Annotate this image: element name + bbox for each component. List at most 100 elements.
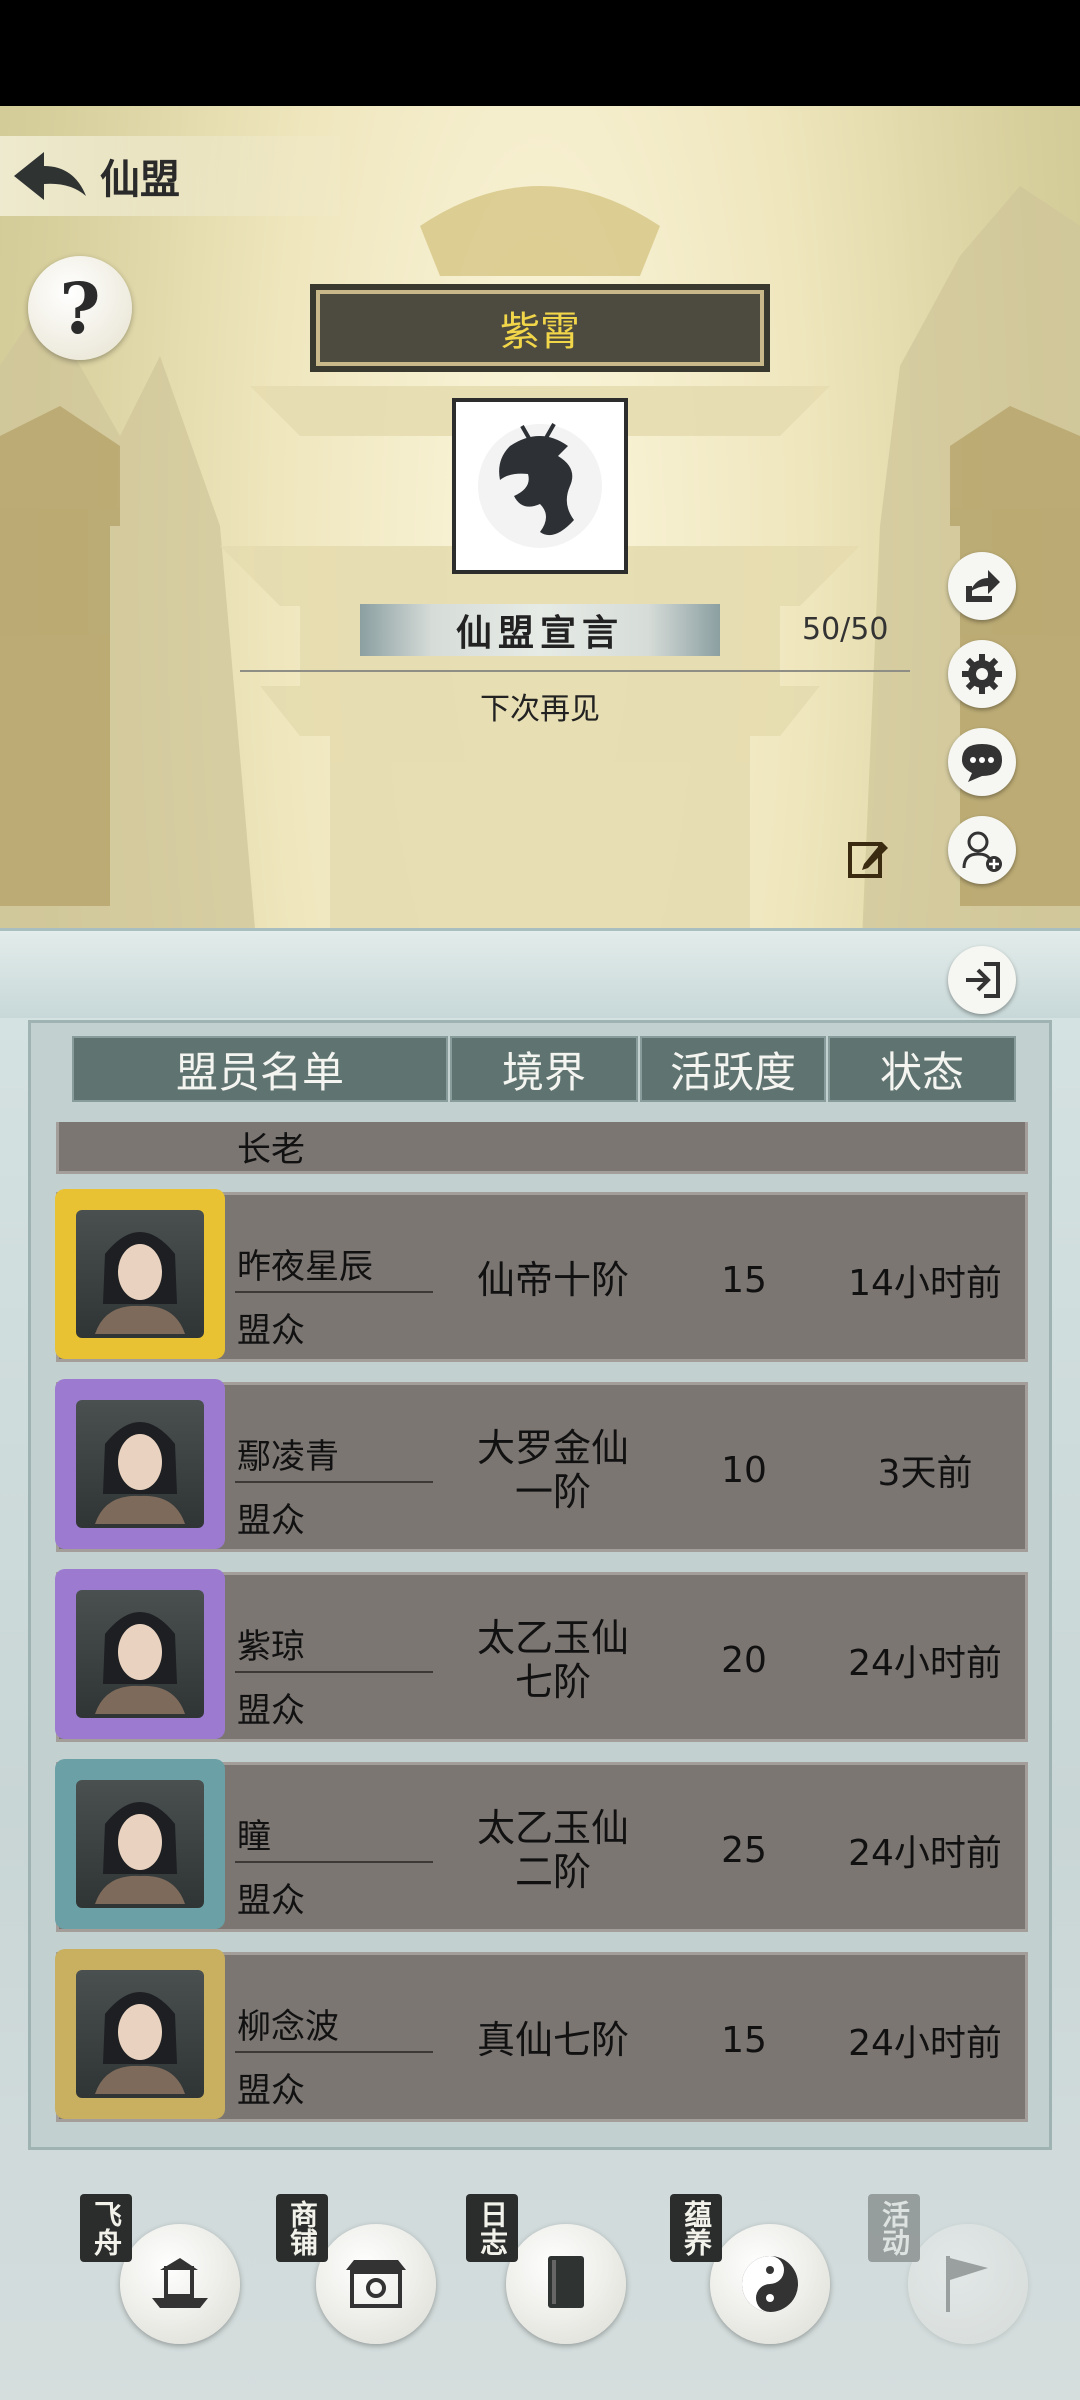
member-avatar[interactable]: [55, 1379, 225, 1549]
member-status: 3天前: [877, 1453, 973, 1494]
declaration-text: 下次再见: [480, 692, 600, 727]
member-realm: 太乙玉仙 七阶: [443, 1575, 663, 1745]
member-activity: 15: [721, 2019, 767, 2061]
member-realm: 大罗金仙 一阶: [443, 1385, 663, 1555]
gear-icon: [962, 654, 1002, 694]
panel-header-strip: [0, 928, 1080, 1018]
member-rank: 长老: [237, 1130, 305, 1170]
member-activity: 20: [721, 1639, 767, 1681]
table-row[interactable]: 瞳 盟众 太乙玉仙 二阶 25 24小时前: [55, 1759, 1028, 1935]
column-header-members[interactable]: 盟员名单: [72, 1036, 448, 1102]
nav-item-boat[interactable]: 飞舟: [80, 2194, 250, 2354]
member-status: 24小时前: [848, 1643, 1002, 1684]
member-count: 50/50: [802, 612, 889, 647]
edit-icon: [848, 842, 888, 878]
nav-label: 蕴养: [670, 2194, 722, 2262]
leave-alliance-button[interactable]: [948, 946, 1016, 1014]
nav-item-shop[interactable]: 商铺: [276, 2194, 446, 2354]
table-row[interactable]: 昨夜星辰 盟众 仙帝十阶 15 14小时前: [55, 1189, 1028, 1365]
member-avatar[interactable]: [55, 1949, 225, 2119]
add-user-icon: [962, 831, 1002, 872]
member-name: 瞳: [237, 1817, 271, 1857]
name-divider: [235, 1291, 433, 1293]
column-header-status[interactable]: 状态: [828, 1036, 1016, 1102]
portrait: [76, 1210, 204, 1338]
edit-declaration-button[interactable]: [846, 836, 890, 880]
shop-icon: [346, 2260, 406, 2308]
member-activity: 25: [721, 1829, 767, 1871]
portrait: [76, 1780, 204, 1908]
help-icon: ?: [59, 266, 101, 350]
share-icon: [966, 570, 1000, 602]
taiji-icon: [742, 2256, 798, 2312]
page-title: 仙盟: [100, 157, 180, 203]
member-realm-text: 大罗金仙 一阶: [476, 1426, 629, 1514]
member-name: 柳念波: [237, 2007, 339, 2047]
portrait-icon: [95, 1992, 185, 2094]
table-row[interactable]: 柳念波 盟众 真仙七阶 15 24小时前: [55, 1949, 1028, 2125]
member-rank: 盟众: [237, 1311, 305, 1351]
alliance-emblem[interactable]: [452, 398, 628, 574]
share-button[interactable]: [948, 552, 1016, 620]
top-bar: 仙盟: [0, 136, 340, 216]
chat-button[interactable]: [948, 728, 1016, 796]
member-avatar[interactable]: [55, 1759, 225, 1929]
nav-item-taiji[interactable]: 蕴养: [670, 2194, 840, 2354]
portrait: [76, 1400, 204, 1528]
member-avatar[interactable]: [55, 1189, 225, 1359]
nav-label: 活动: [868, 2194, 920, 2262]
nav-item-book[interactable]: 日志: [466, 2194, 636, 2354]
book-icon: [548, 2256, 584, 2308]
member-realm-text: 太乙玉仙 七阶: [476, 1616, 629, 1704]
nav-label: 飞舟: [80, 2194, 132, 2262]
name-divider: [235, 1861, 433, 1863]
member-name: 鄢凌青: [237, 1437, 339, 1477]
portrait-icon: [95, 1612, 185, 1714]
nav-label: 商铺: [276, 2194, 328, 2262]
portrait-icon: [95, 1232, 185, 1334]
member-activity: 15: [721, 1259, 767, 1301]
flag-icon: [946, 2256, 988, 2312]
nav-button-circle: [506, 2224, 626, 2344]
nav-button-circle: [120, 2224, 240, 2344]
column-header-activity[interactable]: 活跃度: [640, 1036, 826, 1102]
member-realm: 仙帝十阶: [443, 1195, 663, 1365]
member-rank: 盟众: [237, 2071, 305, 2111]
add-member-button[interactable]: [948, 816, 1016, 884]
boat-icon: [152, 2258, 208, 2308]
name-divider: [235, 1481, 433, 1483]
nav-label: 日志: [466, 2194, 518, 2262]
member-name: 紫琼: [237, 1627, 305, 1667]
member-rank: 盟众: [237, 1501, 305, 1541]
alliance-name-banner: 紫霄: [316, 290, 764, 366]
portrait-icon: [95, 1802, 185, 1904]
member-avatar[interactable]: [55, 1569, 225, 1739]
member-status: 24小时前: [848, 1833, 1002, 1874]
settings-button[interactable]: [948, 640, 1016, 708]
declaration-title-bar: 仙盟宣言: [360, 604, 720, 656]
member-status: 14小时前: [848, 1263, 1002, 1304]
table-row[interactable]: 紫琼 盟众 太乙玉仙 七阶 20 24小时前: [55, 1569, 1028, 1745]
portrait-icon: [95, 1422, 185, 1524]
name-divider: [235, 2051, 433, 2053]
column-header-realm[interactable]: 境界: [450, 1036, 638, 1102]
member-realm-text: 仙帝十阶: [476, 1258, 629, 1302]
exit-icon: [966, 962, 1000, 998]
table-row-partial[interactable]: 长老: [56, 1122, 1028, 1174]
member-rank: 盟众: [237, 1881, 305, 1921]
name-divider: [235, 1671, 433, 1673]
member-realm-text: 太乙玉仙 二阶: [476, 1806, 629, 1894]
member-realm: 太乙玉仙 二阶: [443, 1765, 663, 1935]
table-row[interactable]: 鄢凌青 盟众 大罗金仙 一阶 10 3天前: [55, 1379, 1028, 1555]
nav-item-flag[interactable]: 活动: [868, 2194, 1038, 2354]
help-button[interactable]: ?: [28, 256, 132, 360]
member-name: 昨夜星辰: [237, 1247, 373, 1287]
nav-button-circle: [710, 2224, 830, 2344]
declaration-label: 仙盟宣言: [455, 612, 624, 654]
member-realm: 真仙七阶: [443, 1955, 663, 2125]
back-button[interactable]: [0, 136, 100, 216]
member-status: 24小时前: [848, 2023, 1002, 2064]
portrait: [76, 1590, 204, 1718]
portrait: [76, 1970, 204, 2098]
chat-bubble-icon: [962, 744, 1002, 782]
